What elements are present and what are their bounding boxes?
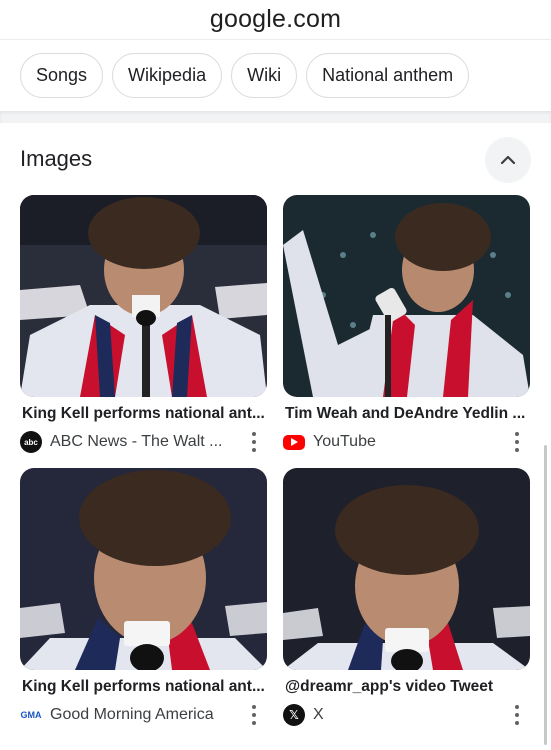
result-caption[interactable]: Tim Weah and DeAndre Yedlin ... <box>283 405 530 425</box>
result-source[interactable]: GMA Good Morning America <box>20 704 267 726</box>
more-options-icon[interactable] <box>514 432 520 452</box>
result-caption[interactable]: @dreamr_app's video Tweet <box>283 678 530 698</box>
chip-wikipedia[interactable]: Wikipedia <box>112 53 223 98</box>
source-name: YouTube <box>313 433 376 450</box>
abc-logo-icon: abc <box>20 431 42 453</box>
collapse-section-button[interactable] <box>485 137 531 183</box>
source-name: X <box>313 706 324 723</box>
gma-logo-icon: GMA <box>20 710 42 720</box>
image-result-4[interactable]: @dreamr_app's video Tweet 𝕏 X <box>283 468 530 726</box>
result-thumbnail[interactable] <box>20 468 267 670</box>
url-bar[interactable]: google.com <box>0 0 551 40</box>
section-divider <box>0 111 551 123</box>
result-caption[interactable]: King Kell performs national ant... <box>20 678 267 698</box>
image-result-3[interactable]: King Kell performs national ant... GMA G… <box>20 468 267 726</box>
result-thumbnail[interactable] <box>20 195 267 397</box>
more-options-icon[interactable] <box>514 705 520 725</box>
chevron-up-icon <box>500 155 516 165</box>
result-thumbnail[interactable] <box>283 195 530 397</box>
result-source[interactable]: abc ABC News - The Walt ... <box>20 431 267 453</box>
more-options-icon[interactable] <box>251 705 257 725</box>
images-section-title: Images <box>20 146 93 171</box>
result-source[interactable]: 𝕏 X <box>283 704 530 726</box>
youtube-icon <box>283 434 305 450</box>
url-text: google.com <box>209 5 342 33</box>
chip-songs[interactable]: Songs <box>20 53 104 98</box>
chip-wiki[interactable]: Wiki <box>231 53 298 98</box>
related-chips: Songs Wikipedia Wiki National anthem <box>20 53 470 98</box>
source-name: ABC News - The Walt ... <box>50 433 223 450</box>
play-icon <box>291 438 298 446</box>
chip-national-anthem[interactable]: National anthem <box>306 53 470 98</box>
result-source[interactable]: YouTube <box>283 431 530 453</box>
scrollbar[interactable] <box>544 445 547 745</box>
result-caption[interactable]: King Kell performs national ant... <box>20 405 267 425</box>
image-result-1[interactable]: King Kell performs national ant... abc A… <box>20 195 267 453</box>
more-options-icon[interactable] <box>251 432 257 452</box>
source-name: Good Morning America <box>50 706 214 723</box>
image-result-2[interactable]: Tim Weah and DeAndre Yedlin ... YouTube <box>283 195 530 453</box>
result-thumbnail[interactable] <box>283 468 530 670</box>
x-logo-icon: 𝕏 <box>283 704 305 726</box>
